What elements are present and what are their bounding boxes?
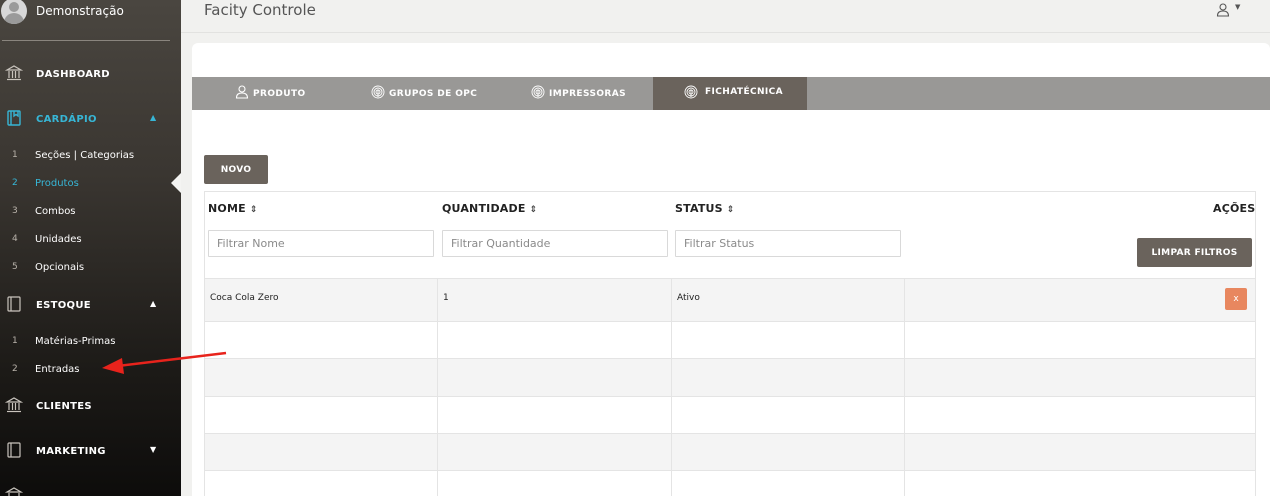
sort-icon: ⇕ xyxy=(249,205,258,215)
caret-down-icon: ▼ xyxy=(1235,3,1241,11)
item-number: 1 xyxy=(12,150,18,160)
avatar xyxy=(1,0,27,24)
data-table: NOME⇕ QUANTIDADE⇕ STATUS⇕ AÇÕES LIMPAR F… xyxy=(204,191,1256,496)
bank-icon xyxy=(5,65,23,81)
book-icon xyxy=(7,110,21,126)
sidebar-item-materias-primas[interactable]: 1 Matérias-Primas xyxy=(0,330,181,354)
item-label: Seções | Categorias xyxy=(35,150,135,161)
item-number: 2 xyxy=(12,178,18,188)
sidebar-item-unidades[interactable]: 4 Unidades xyxy=(0,228,181,252)
main-panel: PRODUTO GRUPOS DE OPC IMPRESSORAS FICHAT… xyxy=(192,43,1270,496)
sidebar-item-entradas[interactable]: 2 Entradas xyxy=(0,358,181,382)
tab-label: IMPRESSORAS xyxy=(549,89,626,99)
active-indicator xyxy=(171,173,181,193)
sidebar-item-secoes-categorias[interactable]: 1 Seções | Categorias xyxy=(0,144,181,168)
item-number: 4 xyxy=(12,234,18,244)
fingerprint-icon xyxy=(371,85,385,99)
column-header-label: QUANTIDADE xyxy=(442,202,526,215)
table-row-empty xyxy=(205,470,1255,496)
sidebar-item-combos[interactable]: 3 Combos xyxy=(0,200,181,224)
table-cell: Ativo xyxy=(671,279,904,321)
item-number: 2 xyxy=(12,364,18,374)
tab-produto[interactable]: PRODUTO xyxy=(192,77,357,110)
column-header-nome[interactable]: NOME ⇕ xyxy=(208,202,258,215)
table-row[interactable]: Coca Cola Zero 1 Ativo x xyxy=(205,278,1255,321)
profile-name: Demonstração xyxy=(36,4,124,18)
profile[interactable]: Demonstração xyxy=(0,0,181,40)
top-bar: Facity Controle ▼ xyxy=(181,0,1270,33)
menu-label: CARDÁPIO xyxy=(36,114,97,125)
tab-label: GRUPOS DE OPC xyxy=(389,89,478,99)
item-label: Unidades xyxy=(35,234,82,245)
clear-filters-button[interactable]: LIMPAR FILTROS xyxy=(1137,238,1252,267)
sort-icon: ⇕ xyxy=(726,205,735,215)
caret-up-icon: ▲ xyxy=(150,299,157,308)
tab-impressoras[interactable]: IMPRESSORAS xyxy=(522,77,653,110)
column-header-label: STATUS xyxy=(675,202,723,215)
tab-label: PRODUTO xyxy=(253,89,306,99)
table-row-empty xyxy=(205,358,1255,396)
item-number: 3 xyxy=(12,206,18,216)
menu-item-clientes[interactable]: CLIENTES xyxy=(0,392,181,422)
column-header-label: AÇÕES xyxy=(1213,202,1256,215)
bank-icon xyxy=(5,487,23,496)
filter-status-input[interactable] xyxy=(675,230,901,257)
menu-item-marketing[interactable]: MARKETING ▼ xyxy=(0,437,181,467)
menu-label: DASHBOARD xyxy=(36,69,110,80)
profile-divider xyxy=(2,40,170,41)
table-cell: Coca Cola Zero xyxy=(205,279,437,321)
user-menu[interactable]: ▼ xyxy=(1216,2,1246,18)
sidebar-item-opcionais[interactable]: 5 Opcionais xyxy=(0,256,181,280)
tab-fichatecnica[interactable]: FICHATÉCNICA xyxy=(653,77,807,110)
tab-label: FICHATÉCNICA xyxy=(705,87,784,97)
menu-label: MARKETING xyxy=(36,446,106,457)
table-row-empty xyxy=(205,433,1255,470)
item-label: Matérias-Primas xyxy=(35,336,116,347)
menu-item-dashboard[interactable]: DASHBOARD xyxy=(0,60,181,90)
table-row-empty xyxy=(205,321,1255,358)
bank-icon xyxy=(5,397,23,413)
menu-label: ESTOQUE xyxy=(36,300,91,311)
cell-nome: Coca Cola Zero xyxy=(210,293,279,303)
app-title: Facity Controle xyxy=(204,1,316,19)
fingerprint-icon xyxy=(531,85,545,99)
item-number: 5 xyxy=(12,262,18,272)
column-header-quantidade[interactable]: QUANTIDADE ⇕ xyxy=(442,202,537,215)
column-header-label: NOME xyxy=(208,202,246,215)
item-label: Opcionais xyxy=(35,262,85,273)
menu-label: CLIENTES xyxy=(36,401,92,412)
filter-nome-input[interactable] xyxy=(208,230,434,257)
item-label: Combos xyxy=(35,206,76,217)
cell-quantidade: 1 xyxy=(443,293,449,303)
fingerprint-icon xyxy=(684,85,698,99)
menu-item-estoque[interactable]: ESTOQUE ▲ xyxy=(0,291,181,321)
delete-button[interactable]: x xyxy=(1225,288,1247,310)
book-icon xyxy=(7,442,21,458)
new-button[interactable]: NOVO xyxy=(204,155,268,184)
user-icon xyxy=(235,85,249,99)
user-icon xyxy=(1216,3,1230,17)
table-cell: 1 xyxy=(437,279,671,321)
column-header-status[interactable]: STATUS ⇕ xyxy=(675,202,735,215)
cell-status: Ativo xyxy=(677,293,700,303)
item-number: 1 xyxy=(12,336,18,346)
item-label: Entradas xyxy=(35,364,80,375)
menu-item-cardapio[interactable]: CARDÁPIO ▲ xyxy=(0,105,181,135)
sidebar-item-produtos[interactable]: 2 Produtos xyxy=(0,172,181,196)
menu-item-cut-off[interactable] xyxy=(0,482,181,496)
book-icon xyxy=(7,296,21,312)
table-cell xyxy=(904,279,1255,321)
caret-down-icon: ▼ xyxy=(150,445,157,454)
item-label: Produtos xyxy=(35,178,79,189)
table-row-empty xyxy=(205,396,1255,433)
filter-quantidade-input[interactable] xyxy=(442,230,668,257)
caret-up-icon: ▲ xyxy=(150,113,157,122)
tab-grupos-de-opc[interactable]: GRUPOS DE OPC xyxy=(357,77,522,110)
tab-bar: PRODUTO GRUPOS DE OPC IMPRESSORAS FICHAT… xyxy=(192,77,1270,110)
sidebar: Demonstração DASHBOARD CARDÁPIO ▲ 1 Seçõ… xyxy=(0,0,181,496)
sort-icon: ⇕ xyxy=(529,205,538,215)
column-header-acoes: AÇÕES xyxy=(1213,202,1255,215)
